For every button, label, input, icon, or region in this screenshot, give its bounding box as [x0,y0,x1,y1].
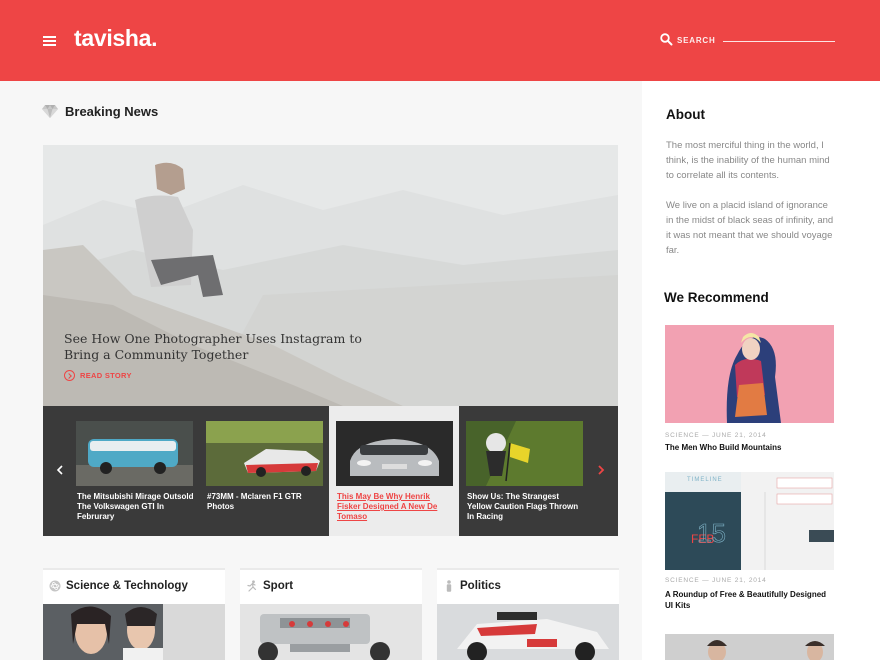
recommend-image[interactable] [665,634,834,660]
atom-icon [49,580,61,592]
category-card-science[interactable]: Science & Technology [43,568,225,660]
arrow-circle-icon [64,370,75,381]
top-header: tavisha. [0,0,880,81]
carousel-thumbnail [336,421,453,486]
category-image [240,604,422,660]
day-label: 15 [697,518,726,548]
recommend-meta: SCIENCE — JUNE 21, 2014 [665,577,767,584]
category-title[interactable]: Sport [263,580,293,592]
category-title[interactable]: Science & Technology [66,580,188,592]
carousel-item[interactable]: #73MM - Mclaren F1 GTR Photos [199,406,329,536]
site-logo[interactable]: tavisha. [74,25,158,52]
about-paragraph: We live on a placid island of ignorance … [666,200,834,256]
sidebar: About The most merciful thing in the wor… [642,81,880,660]
carousel-caption: Show Us: The Strangest Yellow Caution Fl… [467,492,579,521]
category-image [43,604,225,660]
carousel-item-active[interactable]: This May Be Why Henrik Fisker Designed A… [329,406,459,536]
recommend-title: We Recommend [664,290,769,305]
chevron-right-icon[interactable] [594,463,608,477]
category-header: Science & Technology [43,570,225,604]
carousel-caption: #73MM - Mclaren F1 GTR Photos [207,492,302,511]
about-title: About [666,107,705,122]
carousel-caption: This May Be Why Henrik Fisker Designed A… [337,492,438,521]
carousel-caption: The Mitsubishi Mirage Outsold The Volksw… [77,492,194,521]
category-image [437,604,619,660]
hero-story[interactable]: See How One Photographer Uses Instagram … [43,145,618,406]
diamond-icon [42,105,58,118]
category-card-sport[interactable]: Sport [240,568,422,660]
recommend-link[interactable]: The Men Who Build Mountains [665,442,833,453]
recommend-meta: SCIENCE — JUNE 21, 2014 [665,432,767,439]
search-input[interactable] [677,33,717,47]
about-paragraph: The most merciful thing in the world, I … [666,140,830,181]
hamburger-menu-icon[interactable] [43,36,56,46]
chevron-left-icon[interactable] [53,463,67,477]
category-header: Sport [240,570,422,604]
carousel-thumbnail [76,421,193,486]
read-story-link[interactable]: READ STORY [64,370,132,381]
category-header: Politics [437,570,619,604]
timeline-label: TIMELINE [687,477,723,483]
carousel-thumbnail [466,421,583,486]
hero-headline[interactable]: See How One Photographer Uses Instagram … [64,331,394,363]
read-story-label: READ STORY [80,371,132,380]
recommend-image[interactable]: TIMELINE FEB 15 [665,472,834,570]
category-card-politics[interactable]: Politics [437,568,619,660]
carousel-item[interactable]: The Mitsubishi Mirage Outsold The Volksw… [69,406,199,536]
recommend-link[interactable]: A Roundup of Free & Beautifully Designed… [665,589,833,611]
search-underline [723,41,835,42]
recommend-image[interactable] [665,325,834,423]
search-icon[interactable] [660,33,673,46]
carousel-item[interactable]: Show Us: The Strangest Yellow Caution Fl… [459,406,589,536]
carousel-thumbnail [206,421,323,486]
breaking-news-title: Breaking News [65,104,159,119]
person-icon [446,580,452,592]
runner-icon [247,580,257,592]
news-carousel: The Mitsubishi Mirage Outsold The Volksw… [43,406,618,536]
hero-image [43,145,618,406]
category-title[interactable]: Politics [460,580,501,592]
